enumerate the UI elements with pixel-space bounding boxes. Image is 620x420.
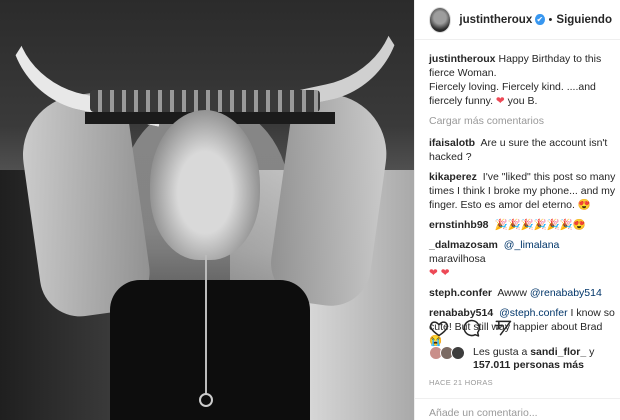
likes-text: Les gusta a sandi_flor_ y 157.011 person… — [473, 346, 614, 372]
comment-username[interactable]: kikaperez — [429, 171, 477, 183]
header-separator: • — [548, 13, 553, 26]
header-username[interactable]: justintheroux — [459, 14, 532, 26]
caption-username[interactable]: justintheroux — [429, 53, 496, 65]
add-comment-input[interactable]: Añade un comentario... — [415, 398, 620, 420]
share-icon[interactable] — [493, 318, 513, 338]
liker-avatars — [429, 346, 469, 362]
liker-username[interactable]: sandi_flor_ — [530, 346, 586, 358]
following-button[interactable]: Siguiendo — [556, 14, 612, 26]
avatar[interactable] — [429, 6, 452, 33]
comment-username[interactable]: steph.confer — [429, 287, 492, 299]
comment-text: maravilhosa — [429, 253, 486, 265]
post-sidebar: justintheroux ✔ • Siguiendo justintherou… — [414, 0, 620, 420]
caption-text-3: you B. — [507, 95, 538, 107]
likes-prefix: Les gusta a — [473, 346, 528, 358]
list-item: steph.confer Awww @renababy514 — [429, 286, 616, 300]
avatar[interactable] — [451, 346, 465, 360]
comment-text: Awww — [497, 287, 527, 299]
party-emojis-icon: 🎉🎉🎉🎉🎉🎉😍 — [494, 219, 586, 231]
horn-bar-shape — [90, 90, 320, 112]
post-actions — [429, 318, 513, 338]
list-item: ifaisalotb Are u sure the account isn't … — [429, 136, 616, 164]
heart-eyes-emoji-icon: 😍 — [577, 199, 591, 211]
verified-badge-icon: ✔ — [535, 14, 545, 25]
post-photo[interactable] — [0, 0, 414, 420]
post-timestamp[interactable]: HACE 21 HORAS — [429, 378, 493, 387]
post-header: justintheroux ✔ • Siguiendo — [415, 0, 620, 40]
face-shape — [150, 110, 260, 260]
list-item: ernstinhb98 🎉🎉🎉🎉🎉🎉😍 — [429, 218, 616, 232]
load-more-comments-link[interactable]: Cargar más comentarios — [429, 114, 616, 128]
necklace-shape — [205, 255, 207, 395]
heart-icon[interactable] — [429, 318, 449, 338]
likes-connector: y — [589, 346, 595, 358]
comment-username[interactable]: ernstinhb98 — [429, 219, 489, 231]
list-item: _dalmazosam @_limalana maravilhosa ❤ ❤ — [429, 238, 616, 280]
list-item: kikaperez I've "liked" this post so many… — [429, 170, 616, 212]
comment-username[interactable]: _dalmazosam — [429, 239, 498, 251]
comment-username[interactable]: ifaisalotb — [429, 137, 475, 149]
comments-list: justintheroux Happy Birthday to this fier… — [429, 52, 616, 354]
comment-icon[interactable] — [461, 318, 481, 338]
hearts-emoji-icon: ❤ ❤ — [429, 267, 450, 279]
likes-summary: Les gusta a sandi_flor_ y 157.011 person… — [429, 346, 614, 372]
pendant-shape — [199, 393, 213, 407]
likes-count[interactable]: 157.011 personas más — [473, 359, 584, 371]
heart-emoji-icon: ❤ — [495, 95, 505, 107]
comment-mention[interactable]: @_limalana — [504, 239, 560, 251]
comment-mention[interactable]: @renababy514 — [530, 287, 602, 299]
caption: justintheroux Happy Birthday to this fier… — [429, 52, 616, 108]
